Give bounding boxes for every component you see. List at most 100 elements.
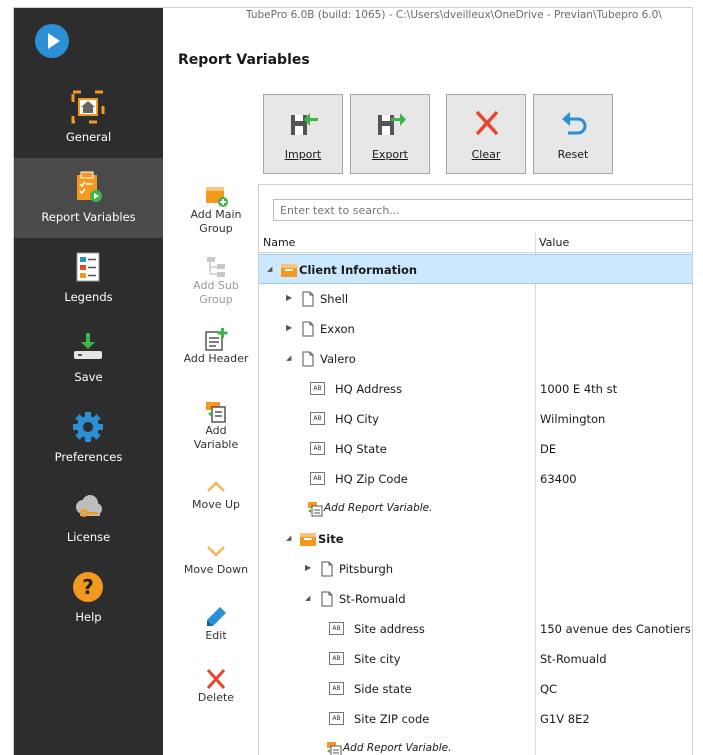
clear-button[interactable]: Clear (446, 94, 526, 174)
tree-row-value[interactable]: Wilmington (540, 412, 605, 426)
import-icon (291, 113, 318, 135)
sidebar-item-report-variables[interactable]: Report Variables (14, 158, 163, 238)
tree-row[interactable]: ◢ Client Information (259, 254, 692, 284)
tree-row[interactable]: AB Site city St-Romuald (259, 644, 692, 674)
sidebar-item-general[interactable]: General (14, 78, 163, 158)
document-icon (302, 291, 314, 307)
add-report-variable-row[interactable]: Add Report Variable. (259, 734, 692, 755)
cloud-key-icon (76, 495, 102, 517)
delete-x-icon (206, 669, 226, 689)
tree-row-name: Site address (354, 622, 425, 636)
tree-row-value[interactable]: 150 avenue des Canotiers (540, 622, 691, 636)
collapse-arrow-icon[interactable]: ◢ (286, 533, 296, 543)
tree-row-name: Side state (354, 682, 412, 696)
add-sub-group-button[interactable]: Add Sub Group (182, 255, 250, 307)
add-variable-icon (327, 742, 342, 755)
house-icon (71, 90, 105, 124)
expand-arrow-icon[interactable]: ▶ (286, 323, 296, 333)
import-button[interactable]: Import (263, 94, 343, 174)
add-main-group-icon (206, 187, 228, 207)
sidebar-item-label: Help (75, 610, 102, 624)
close-icon (475, 110, 499, 136)
tree-row[interactable]: AB Site address 150 avenue des Canotiers (259, 614, 692, 644)
add-header-button[interactable]: Add Header (182, 328, 250, 366)
sidebar-item-license[interactable]: License (14, 478, 163, 558)
tree-row-name: Exxon (320, 322, 355, 336)
pencil-icon (207, 607, 226, 626)
add-main-group-button[interactable]: Add Main Group (182, 184, 250, 236)
tree-row[interactable]: AB HQ Zip Code 63400 (259, 464, 692, 494)
tree-row-value[interactable]: G1V 8E2 (540, 712, 590, 726)
chevron-up-icon (207, 481, 225, 492)
move-down-button[interactable]: Move Down (182, 539, 250, 577)
tree-row[interactable]: ▶ Exxon (259, 314, 692, 344)
text-variable-icon: AB (310, 472, 325, 485)
tree-row-name: Client Information (299, 263, 418, 277)
sidebar-item-label: Report Variables (41, 210, 136, 224)
tree-row-value[interactable]: St-Romuald (540, 652, 607, 666)
expand-arrow-icon[interactable]: ▶ (305, 563, 315, 573)
tree-row[interactable]: AB HQ State DE (259, 434, 692, 464)
tree-row-name: Site (318, 532, 344, 546)
sidebar-item-label: Legends (64, 290, 113, 304)
tree-row[interactable]: ◢ St-Romuald (259, 584, 692, 614)
tree-row[interactable]: AB HQ Address 1000 E 4th st (259, 374, 692, 404)
delete-button[interactable]: Delete (182, 667, 250, 705)
add-report-variable-row[interactable]: Add Report Variable. (259, 494, 692, 524)
tree-row-value[interactable]: DE (540, 442, 556, 456)
tree-row[interactable]: ▶ Shell (259, 284, 692, 314)
group-folder-icon (281, 264, 297, 277)
legends-icon (76, 252, 100, 282)
tree-row[interactable]: ◢ Valero (259, 344, 692, 374)
expand-arrow-icon[interactable]: ▶ (286, 293, 296, 303)
export-button[interactable]: Export (350, 94, 430, 174)
add-variable-label: Add Variable (193, 424, 239, 451)
help-icon: ? (73, 572, 103, 602)
reset-label: Reset (557, 148, 589, 161)
text-variable-icon: AB (310, 382, 325, 395)
variables-tree: Name Value ◢ Client Information ▶ Shell ▶ Exx… (258, 184, 692, 755)
tree-row[interactable]: ▶ Pitsburgh (259, 554, 692, 584)
edit-button[interactable]: Edit (182, 605, 250, 643)
collapse-arrow-icon[interactable]: ◢ (286, 353, 296, 363)
text-variable-icon: AB (329, 712, 344, 725)
reset-button[interactable]: Reset (533, 94, 613, 174)
sidebar-item-legends[interactable]: Legends (14, 238, 163, 318)
move-down-label: Move Down (183, 563, 249, 576)
sidebar-item-label: License (66, 530, 111, 544)
sidebar-item-help[interactable]: ? Help (14, 558, 163, 638)
collapse-arrow-icon[interactable]: ◢ (267, 264, 277, 274)
page-title: Report Variables (178, 52, 310, 68)
undo-icon (562, 112, 587, 135)
document-icon (321, 591, 333, 607)
tree-row[interactable]: AB HQ City Wilmington (259, 404, 692, 434)
search-input[interactable] (273, 199, 692, 221)
document-icon (302, 321, 314, 337)
move-up-label: Move Up (191, 498, 241, 511)
tree-row-name: Add Report Variable. (343, 742, 452, 754)
logo-play-icon[interactable] (35, 24, 69, 58)
tree-row[interactable]: AB Site ZIP code G1V 8E2 (259, 704, 692, 734)
tree-row[interactable]: ◢ Site (259, 524, 692, 554)
sidebar: General Report Variables Legends Save Pr… (14, 8, 163, 755)
sidebar-item-preferences[interactable]: Preferences (14, 398, 163, 478)
column-header-value[interactable]: Value (539, 236, 569, 249)
tree-row[interactable]: AB Side state QC (259, 674, 692, 704)
add-variable-button[interactable]: Add Variable (182, 400, 250, 452)
export-icon (378, 113, 406, 135)
tree-row-value[interactable]: 1000 E 4th st (540, 382, 617, 396)
document-icon (321, 561, 333, 577)
add-header-icon (205, 328, 228, 351)
import-label: Import (284, 148, 322, 161)
text-variable-icon: AB (310, 442, 325, 455)
column-header-name[interactable]: Name (263, 236, 295, 249)
collapse-arrow-icon[interactable]: ◢ (305, 593, 315, 603)
tree-row-value[interactable]: QC (540, 682, 557, 696)
sidebar-item-save[interactable]: Save (14, 318, 163, 398)
tree-row-name: Add Report Variable. (324, 502, 433, 514)
tree-row-name: Site city (354, 652, 401, 666)
move-up-button[interactable]: Move Up (182, 474, 250, 512)
tree-row-name: Site ZIP code (354, 712, 430, 726)
tree-row-value[interactable]: 63400 (540, 472, 577, 486)
tree-row-name: Shell (320, 292, 349, 306)
